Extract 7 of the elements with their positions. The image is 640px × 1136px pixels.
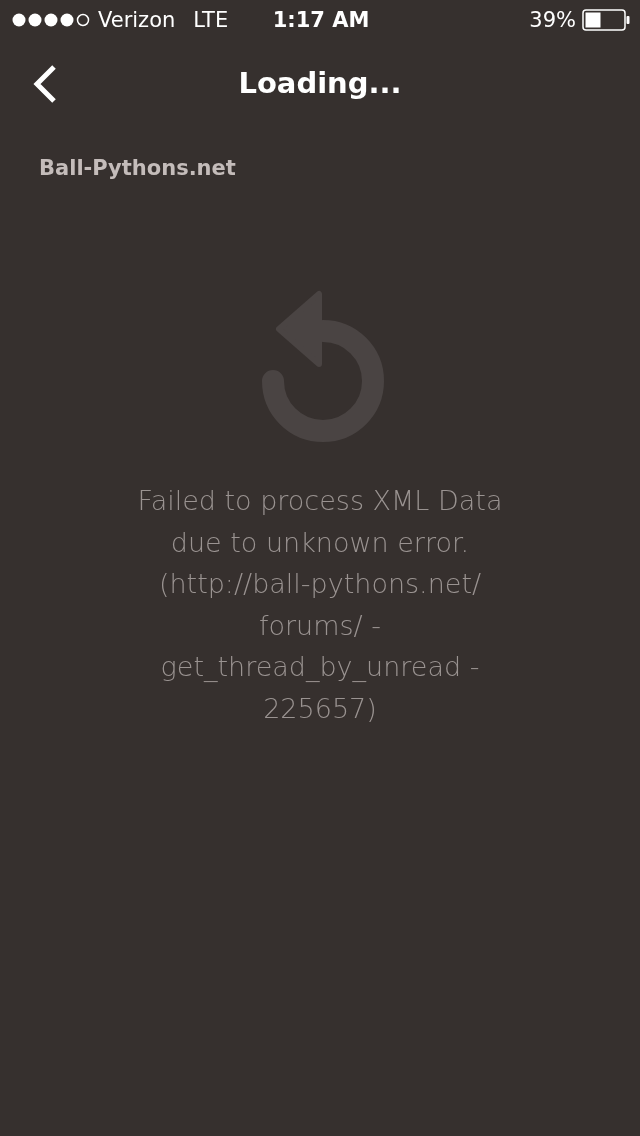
network-type: LTE xyxy=(193,8,229,32)
page-title: Loading... xyxy=(238,66,402,100)
site-name: Ball-Pythons.net xyxy=(39,156,236,180)
battery-percentage: 39% xyxy=(529,8,576,32)
error-message: Failed to process XML Data due to unknown error. (http://ball-pythons.net/ forums/ - get_thread_by_unread - 225657) xyxy=(137,484,503,726)
carrier-name: Verizon xyxy=(98,8,176,32)
clock-time: 1:17 AM xyxy=(272,8,370,32)
